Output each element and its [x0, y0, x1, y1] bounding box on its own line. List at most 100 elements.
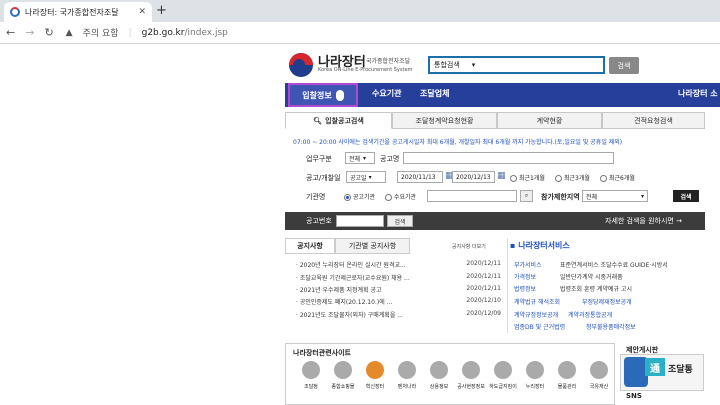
chevron-down-icon[interactable]: ▾	[472, 61, 476, 69]
date-from-input[interactable]: 2020/11/13	[397, 171, 443, 183]
sns-title: SNS	[626, 392, 642, 400]
related-site-item[interactable]: 공사현장정보	[456, 361, 486, 390]
related-site-item[interactable]: 누리장터	[520, 361, 550, 390]
related-site-icon	[398, 361, 416, 379]
org-name-input[interactable]	[427, 190, 517, 202]
related-site-item[interactable]: 벤처나라	[392, 361, 422, 390]
square-bullet-icon: ▪	[510, 241, 516, 250]
notices-more-link[interactable]: 공지사항 더보기	[452, 243, 486, 250]
notice-row[interactable]: · 조달교육원 기간제근로자(교수요원) 채용 ... 2020/12/11	[296, 273, 501, 282]
back-icon[interactable]: ←	[6, 26, 15, 39]
service-category[interactable]: 가격정보	[514, 272, 536, 281]
nav-right-item[interactable]: 나라장터 소	[678, 88, 718, 99]
bid-name-input[interactable]	[403, 152, 614, 164]
service-links[interactable]: 표준연계서비스 조달수수료 GUIDE·시방서	[560, 260, 668, 269]
related-site-label: 누리장터	[525, 384, 545, 390]
related-site-label: 벤처나라	[397, 384, 417, 390]
search-icon[interactable]: ⌕	[520, 190, 533, 202]
jodaltong-label: 조달통	[668, 365, 693, 375]
related-site-icon	[302, 361, 320, 379]
service-extra-link[interactable]: 청부불용품매각정보	[586, 322, 636, 331]
service-category[interactable]: 부가서비스	[514, 260, 542, 269]
range-1m[interactable]: 최근1개월	[510, 173, 545, 182]
related-site-label: 물품관리	[557, 384, 577, 390]
org-radio-notice[interactable]: 공고기관	[344, 192, 375, 201]
related-site-label: 상용정보	[429, 384, 449, 390]
service-extra-link[interactable]: 계약규정정보공개	[514, 310, 558, 319]
bid-name-label: 공고명	[380, 155, 400, 163]
date-to-input[interactable]: 2020/12/13	[452, 171, 495, 183]
search-period-notice: 07:00 ~ 20:00 사이에는 검색기간을 공고게시일자 최대 6개월, …	[293, 139, 623, 146]
service-extra-link[interactable]: 업종DB 및 근거법령	[514, 322, 565, 331]
nav-demand-org[interactable]: 수요기관	[372, 88, 401, 99]
tab-notices[interactable]: 공지사항	[285, 238, 335, 254]
url-text[interactable]: g2b.go.kr/index.jsp	[142, 28, 228, 38]
related-site-item[interactable]: 조달청	[296, 361, 326, 390]
services-title: ▪ 나라장터서비스	[510, 241, 570, 250]
date-label: 공고/개찰일	[306, 174, 341, 182]
related-site-label: 조달청	[304, 384, 318, 390]
region-select[interactable]: 전체 ▾	[582, 190, 648, 202]
divider	[507, 238, 508, 333]
notice-row[interactable]: · 2021년 우수제품 지정계획 공고 2020/12/11	[296, 285, 501, 294]
date-type-select[interactable]: 공고일 ▾	[346, 171, 386, 183]
related-site-item[interactable]: 종합쇼핑몰	[328, 361, 358, 390]
address-bar[interactable]: ← → ↻ ▲ 주의 요함 | g2b.go.kr/index.jsp	[0, 22, 720, 44]
tab-contract-status[interactable]: 계약현황	[497, 112, 602, 129]
nav-supplier[interactable]: 조달업체	[420, 88, 449, 99]
search-type-select[interactable]: 통합검색	[434, 60, 460, 70]
biz-type-value: 전체	[349, 155, 361, 163]
tab-contract-request[interactable]: 조달청계약요청현황	[392, 112, 497, 129]
forward-icon[interactable]: →	[25, 26, 34, 39]
integrated-search-box[interactable]: 통합검색 ▾	[428, 56, 605, 74]
related-site-icon	[334, 361, 352, 379]
service-extra-link[interactable]: 계약법규 해석조회	[514, 297, 560, 306]
tab-quote-search[interactable]: 견적요청검색	[602, 112, 705, 129]
service-links[interactable]: 법령조회 훈령 계약예규 고시	[560, 284, 632, 293]
related-site-item[interactable]: 하도급지킴이	[488, 361, 518, 390]
service-links[interactable]: 일반단가계약 시중거래품	[560, 272, 623, 281]
g2b-logo-icon[interactable]	[289, 53, 313, 77]
org-radio-demand[interactable]: 수요기관	[385, 192, 416, 201]
tab-org-notices[interactable]: 기관별 공지사항	[335, 238, 410, 254]
related-site-icon	[494, 361, 512, 379]
notice-row[interactable]: · 2020년 누리장터 온라인 실시간 원격교... 2020/12/11	[296, 260, 501, 269]
tab-bid-search[interactable]: 🔍︎ 입찰공고검색	[285, 112, 392, 129]
service-extra-link[interactable]: 부정당제재정보공개	[582, 297, 632, 306]
related-site-icon	[462, 361, 480, 379]
site-favicon-icon	[10, 7, 20, 17]
bid-number-search-button[interactable]: 검색	[387, 215, 413, 227]
browser-tab[interactable]: 나라장터: 국가종합전자조달 ✕	[4, 2, 152, 22]
close-tab-icon[interactable]: ✕	[138, 7, 146, 17]
related-site-label: 하도급지킴이	[489, 384, 517, 390]
service-extra-link[interactable]: 계약과정통합공개	[568, 310, 612, 319]
range-6m[interactable]: 최근6개월	[600, 173, 635, 182]
new-tab-icon[interactable]: +	[156, 3, 167, 18]
nav-bid-info[interactable]: 입찰정보	[288, 83, 358, 107]
related-site-icon	[366, 361, 384, 379]
related-site-item[interactable]: 혁신장터	[360, 361, 390, 390]
related-site-item[interactable]: 국유재산	[584, 361, 614, 390]
security-warning[interactable]: 주의 요함	[83, 26, 119, 39]
chevron-down-icon: ▾	[363, 154, 367, 162]
nav-bid-info-label: 입찰정보	[302, 90, 332, 100]
bid-number-input[interactable]	[336, 215, 384, 227]
notice-row[interactable]: · 2021년도 조달물자(외자) 구매계획을 ... 2020/12/09	[296, 310, 501, 319]
range-3m[interactable]: 최근3개월	[555, 173, 590, 182]
notice-row[interactable]: · 공인인증제도 폐지(20.12.10.)에 ... 2020/12/10	[296, 297, 501, 306]
bid-search-button[interactable]: 검색	[673, 190, 699, 202]
tong-icon: 通	[645, 358, 665, 376]
warning-icon[interactable]: ▲	[66, 28, 73, 38]
search-icon: 🔍︎	[313, 116, 323, 125]
related-site-item[interactable]: 상용정보	[424, 361, 454, 390]
tab-title: 나라장터: 국가종합전자조달	[25, 7, 119, 17]
search-button[interactable]: 검색	[609, 57, 639, 74]
calendar-icon[interactable]: ▦	[497, 171, 506, 181]
site-logo-english: Korea ON-Line E-Procurement System	[318, 67, 413, 73]
site-logo-subtitle: 국가종합전자조달	[366, 58, 411, 65]
service-category[interactable]: 법령정보	[514, 284, 536, 293]
biz-type-select[interactable]: 전체 ▾	[345, 152, 375, 164]
detail-search-link[interactable]: 자세한 검색을 원하시면 →	[605, 216, 682, 226]
reload-icon[interactable]: ↻	[44, 26, 53, 39]
related-site-item[interactable]: 물품관리	[552, 361, 582, 390]
